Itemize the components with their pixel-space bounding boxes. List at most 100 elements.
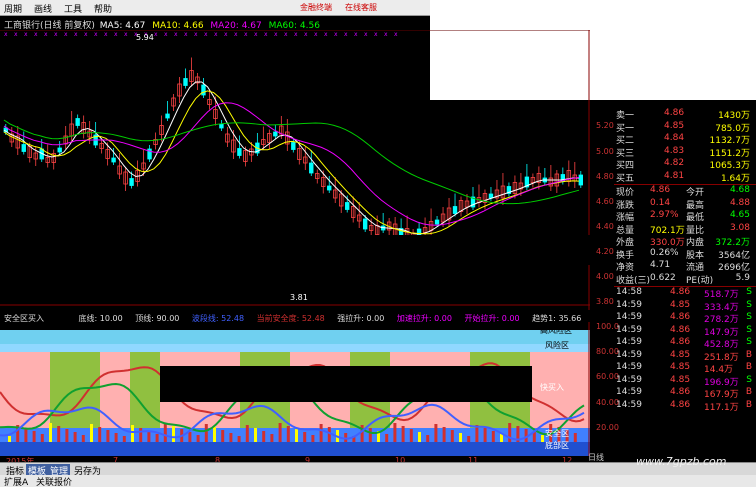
stat-row: 涨幅 2.97% 最低 4.65 xyxy=(614,210,756,223)
ind-bar xyxy=(295,429,298,442)
order-book-row: 买三 4.83 1151.2万 xyxy=(614,146,756,159)
high-annotation: 5.94 xyxy=(136,33,154,42)
stat-key: 最高 xyxy=(686,200,705,211)
order-price: 4.81 xyxy=(664,170,685,181)
tick-row: 14:59 4.86 278.2万 S xyxy=(614,312,756,325)
ind-bar xyxy=(286,426,290,442)
redacted-box xyxy=(160,366,532,402)
ind-bar xyxy=(8,436,11,442)
stat-value: 702.1万 xyxy=(650,225,685,236)
signal-marker: x xyxy=(204,31,208,38)
menu-item-period[interactable]: 周期 xyxy=(4,2,22,15)
stat-value: 330.0万 xyxy=(650,238,685,248)
menu-service[interactable]: 在线客服 xyxy=(345,2,377,13)
ind-bar xyxy=(418,432,421,442)
status-bar: 扩展A 关联报价 xyxy=(0,475,756,487)
signal-marker: x xyxy=(54,31,58,38)
price-axis-label: 4.20 xyxy=(596,247,614,256)
candles xyxy=(3,57,584,246)
signal-marker: x xyxy=(224,31,228,38)
status-expand[interactable]: 扩展A xyxy=(4,475,28,487)
zone-risk-band xyxy=(0,344,590,352)
tick-side: B xyxy=(745,399,752,410)
tick-side: S xyxy=(746,299,752,310)
signal-marker: x xyxy=(294,31,298,38)
stat-key: 最低 xyxy=(686,213,705,223)
zone-segment xyxy=(100,352,130,428)
tick-volume: 14.4万 xyxy=(704,365,734,375)
tick-side: S xyxy=(746,324,752,335)
zone-bottom-band xyxy=(0,442,590,456)
order-book-row: 买四 4.82 1065.3万 xyxy=(614,158,756,171)
tick-side: B xyxy=(745,387,752,397)
tick-time: 14:59 xyxy=(616,349,642,360)
ind-bar xyxy=(188,432,192,442)
quote-separator xyxy=(614,184,756,185)
stat-key: 内盘 xyxy=(686,238,705,248)
ind-bar xyxy=(311,435,315,442)
menu-item-help[interactable]: 帮助 xyxy=(94,2,112,15)
tick-volume: 452.8万 xyxy=(704,340,739,350)
tick-time: 14:59 xyxy=(616,337,642,347)
tick-side: B xyxy=(745,362,752,372)
signal-marker: x xyxy=(124,31,128,38)
stat-row: 净资 4.71 流通 2696亿 xyxy=(614,260,756,273)
candlestick-chart[interactable]: xxxxxxxxxxxxxxxxxxxxxxxxxxxxxxxxxxxxxxxx… xyxy=(0,30,590,310)
ind-bar xyxy=(450,430,454,442)
tick-row: 14:59 4.86 452.8万 S xyxy=(614,337,756,350)
ind-bar xyxy=(196,435,200,442)
ind-bar xyxy=(172,426,175,442)
order-book-row: 卖一 4.86 1430万 xyxy=(614,108,756,121)
stat-key: 涨跌 xyxy=(616,200,635,211)
zone-risk: 风险区 xyxy=(545,341,569,350)
ind-bar xyxy=(385,434,389,442)
signal-marker: x xyxy=(364,31,368,38)
stat-key: 外盘 xyxy=(616,238,635,248)
menu-terminal[interactable]: 金融终端 xyxy=(300,2,332,13)
zone-bottom: 底部区 xyxy=(545,441,569,450)
order-volume: 1.64万 xyxy=(720,173,750,184)
ind-bar xyxy=(65,429,69,442)
tick-side: S xyxy=(746,337,752,347)
stat-value: 4.68 xyxy=(729,185,750,195)
signal-marker: x xyxy=(384,31,388,38)
tick-price: 4.85 xyxy=(670,374,691,385)
moving-average-line xyxy=(3,81,580,235)
stat-key: 量比 xyxy=(686,225,705,236)
menu-item-draw[interactable]: 画线 xyxy=(34,2,52,15)
signal-marker: x xyxy=(254,31,258,38)
ind-bar xyxy=(155,434,159,442)
zone-top xyxy=(0,322,590,330)
ind-bar xyxy=(483,428,487,442)
zone-segment xyxy=(0,352,50,428)
order-book-row: 买二 4.84 1132.7万 xyxy=(614,133,756,146)
price-axis-label: 3.80 xyxy=(596,297,614,306)
stat-value: 2696亿 xyxy=(718,263,750,273)
tick-row: 14:59 4.85 251.8万 B xyxy=(614,349,756,363)
moving-average-line xyxy=(3,119,580,205)
stat-row: 总量 702.1万 量比 3.08 xyxy=(614,223,756,236)
stat-key: 现价 xyxy=(616,188,635,198)
menu-item-tools[interactable]: 工具 xyxy=(64,2,82,15)
order-label: 买一 xyxy=(616,123,635,134)
order-volume: 1430万 xyxy=(718,111,750,121)
zone-safe: 安全区 xyxy=(545,429,569,438)
stat-value: 4.86 xyxy=(650,185,671,195)
tick-price: 4.86 xyxy=(670,287,691,297)
tick-row: 14:59 4.85 333.4万 S xyxy=(614,299,756,313)
ind-bar xyxy=(262,431,266,442)
price-axis-label: 4.80 xyxy=(596,172,614,181)
stat-value: 0.622 xyxy=(650,272,676,283)
tick-price: 4.85 xyxy=(670,299,691,310)
ind-bar xyxy=(204,424,208,442)
ind-bar xyxy=(163,423,167,442)
status-related[interactable]: 关联报价 xyxy=(36,475,72,487)
order-price: 4.82 xyxy=(664,158,685,168)
ind-bar xyxy=(24,428,28,442)
price-axis-label: 4.00 xyxy=(596,272,614,281)
tick-row: 14:59 4.85 14.4万 B xyxy=(614,362,756,375)
moving-average-line xyxy=(3,90,580,235)
signal-marker: x xyxy=(234,31,238,38)
signal-marker: x xyxy=(94,31,98,38)
signal-marker: x xyxy=(114,31,118,38)
